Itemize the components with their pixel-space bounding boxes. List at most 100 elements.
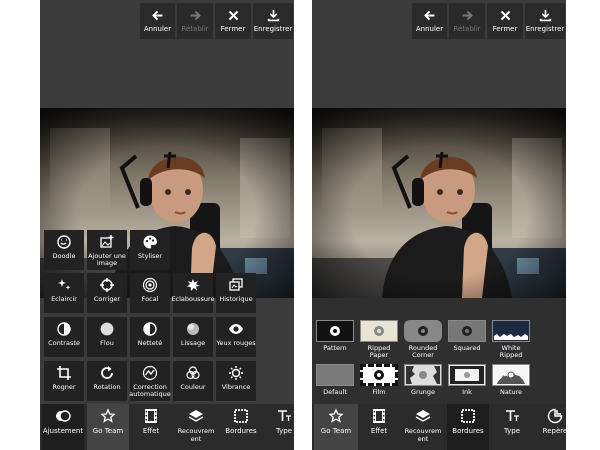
tab-sticker[interactable]: Repère bbox=[535, 404, 566, 450]
border-film-label: Film bbox=[372, 388, 386, 396]
tab-type-label: Type bbox=[275, 427, 293, 435]
layers-icon bbox=[415, 410, 431, 422]
tool-stylize[interactable]: Styliser bbox=[130, 230, 170, 270]
tool-vibrance[interactable]: Vibrance bbox=[216, 361, 256, 401]
phone-screen-right: Annuler Rétablir Fermer Enregistrer Patt… bbox=[312, 0, 566, 450]
redo-button[interactable]: Rétablir bbox=[177, 3, 213, 39]
undo-button[interactable]: Annuler bbox=[412, 3, 447, 39]
tool-history[interactable]: Historique bbox=[216, 273, 256, 313]
border-nature-label: Nature bbox=[499, 388, 523, 396]
text-icon bbox=[278, 410, 291, 421]
layers-icon bbox=[188, 410, 204, 422]
tool-doodle[interactable]: Doodle bbox=[44, 230, 84, 270]
tab-overlay-label: Recouvrement bbox=[404, 427, 442, 443]
tool-smoothing[interactable]: Lissage bbox=[173, 317, 213, 357]
tool-color[interactable]: Couleur bbox=[173, 361, 213, 401]
palette-icon bbox=[143, 235, 157, 249]
tab-sticker-label: Repère bbox=[542, 427, 566, 435]
doodle-icon bbox=[57, 235, 71, 249]
save-button[interactable]: Enregistrer bbox=[525, 3, 565, 39]
tool-red-eye-label: Yeux rouges bbox=[216, 339, 256, 347]
ink-texture-icon bbox=[450, 366, 484, 384]
tab-overlay[interactable]: Recouvrement bbox=[401, 404, 445, 450]
border-rounded-corner[interactable]: Rounded Corner bbox=[403, 320, 443, 359]
undo-button[interactable]: Annuler bbox=[140, 3, 175, 39]
camera-icon bbox=[374, 370, 384, 380]
star-icon bbox=[328, 408, 344, 423]
border-ink-label: Ink bbox=[462, 388, 472, 396]
download-icon bbox=[539, 9, 551, 22]
tab-type[interactable]: Type bbox=[264, 404, 294, 450]
border-nature-thumb bbox=[492, 364, 530, 386]
tab-go-team[interactable]: Go Team bbox=[87, 404, 129, 450]
border-grunge[interactable]: Grunge bbox=[403, 364, 443, 396]
tab-borders[interactable]: Bordures bbox=[220, 404, 262, 450]
tab-overlay[interactable]: Recouvrement bbox=[174, 404, 218, 450]
tab-effect[interactable]: Effet bbox=[131, 404, 171, 450]
tab-type[interactable]: Type bbox=[491, 404, 533, 450]
tool-splash[interactable]: Eclaboussure bbox=[171, 273, 215, 313]
tab-effect[interactable]: Effet bbox=[359, 404, 399, 450]
tool-rotation[interactable]: Rotation bbox=[87, 361, 127, 401]
tab-adjust[interactable]: Ajustement bbox=[42, 404, 84, 450]
tool-blur[interactable]: Flou bbox=[87, 317, 127, 357]
close-button[interactable]: Fermer bbox=[487, 3, 523, 39]
tool-correct[interactable]: Corriger bbox=[87, 273, 127, 313]
tool-doodle-label: Doodle bbox=[52, 252, 76, 260]
sparkle-icon bbox=[58, 279, 71, 290]
tool-crop-label: Rogner bbox=[52, 383, 76, 391]
border-ripped-paper-label: Ripped Paper bbox=[367, 344, 391, 359]
tool-red-eye[interactable]: Yeux rouges bbox=[216, 317, 256, 357]
tab-adjust-label: Ajustement bbox=[42, 427, 84, 435]
redo-button[interactable]: Rétablir bbox=[449, 3, 485, 39]
download-icon bbox=[267, 9, 279, 22]
save-button[interactable]: Enregistrer bbox=[253, 3, 293, 39]
save-label: Enregistrer bbox=[525, 25, 565, 33]
undo-label: Annuler bbox=[415, 25, 444, 33]
border-ripped-paper-thumb bbox=[360, 320, 398, 342]
tool-contrast[interactable]: Contraste bbox=[44, 317, 84, 357]
tab-go-team-label: Go Team bbox=[92, 427, 124, 435]
borders-icon bbox=[234, 409, 248, 423]
tool-sharpness[interactable]: Netteté bbox=[130, 317, 170, 357]
tab-borders-label: Bordures bbox=[452, 427, 484, 435]
color-icon bbox=[186, 366, 200, 380]
close-icon bbox=[228, 10, 238, 21]
arrow-left-icon bbox=[424, 10, 435, 21]
border-pattern[interactable]: Pattern bbox=[315, 320, 355, 352]
tool-brighten[interactable]: Eclaircir bbox=[44, 273, 84, 313]
eye-icon bbox=[229, 324, 243, 334]
photo-image bbox=[312, 108, 566, 298]
arrow-left-icon bbox=[152, 10, 163, 21]
tab-overlay-label: Recouvrement bbox=[177, 427, 215, 443]
sharpness-icon bbox=[143, 322, 157, 336]
border-squared[interactable]: Squared bbox=[447, 320, 487, 352]
border-nature[interactable]: Nature bbox=[491, 364, 531, 396]
tool-auto-correct[interactable]: Correction automatique bbox=[129, 361, 171, 401]
close-button[interactable]: Fermer bbox=[215, 3, 251, 39]
border-squared-label: Squared bbox=[453, 344, 481, 352]
tool-contrast-label: Contraste bbox=[48, 339, 80, 347]
film-icon bbox=[373, 409, 385, 423]
tool-add-image-label: Ajouter une image bbox=[88, 252, 126, 267]
border-default-thumb bbox=[316, 364, 354, 386]
history-icon bbox=[229, 278, 243, 291]
auto-correct-icon bbox=[142, 365, 158, 381]
tab-go-team[interactable]: Go Team bbox=[314, 404, 358, 450]
border-white-ripped[interactable]: White Ripped bbox=[491, 320, 531, 359]
tab-borders[interactable]: Bordures bbox=[447, 404, 489, 450]
tool-crop[interactable]: Rogner bbox=[44, 361, 84, 401]
border-film[interactable]: Film bbox=[359, 364, 399, 396]
border-pattern-label: Pattern bbox=[323, 344, 347, 352]
border-ripped-paper[interactable]: Ripped Paper bbox=[359, 320, 399, 359]
tool-add-image[interactable]: Ajouter une image bbox=[87, 230, 127, 270]
border-default[interactable]: Default bbox=[315, 364, 355, 396]
photo-canvas[interactable] bbox=[312, 108, 566, 298]
tool-focal[interactable]: Focal bbox=[130, 273, 170, 313]
border-default-label: Default bbox=[323, 388, 347, 396]
tool-vibrance-label: Vibrance bbox=[221, 383, 251, 391]
border-ink[interactable]: Ink bbox=[447, 364, 487, 396]
undo-label: Annuler bbox=[143, 25, 172, 33]
grunge-texture-icon bbox=[406, 366, 440, 384]
redo-label: Rétablir bbox=[181, 25, 209, 33]
